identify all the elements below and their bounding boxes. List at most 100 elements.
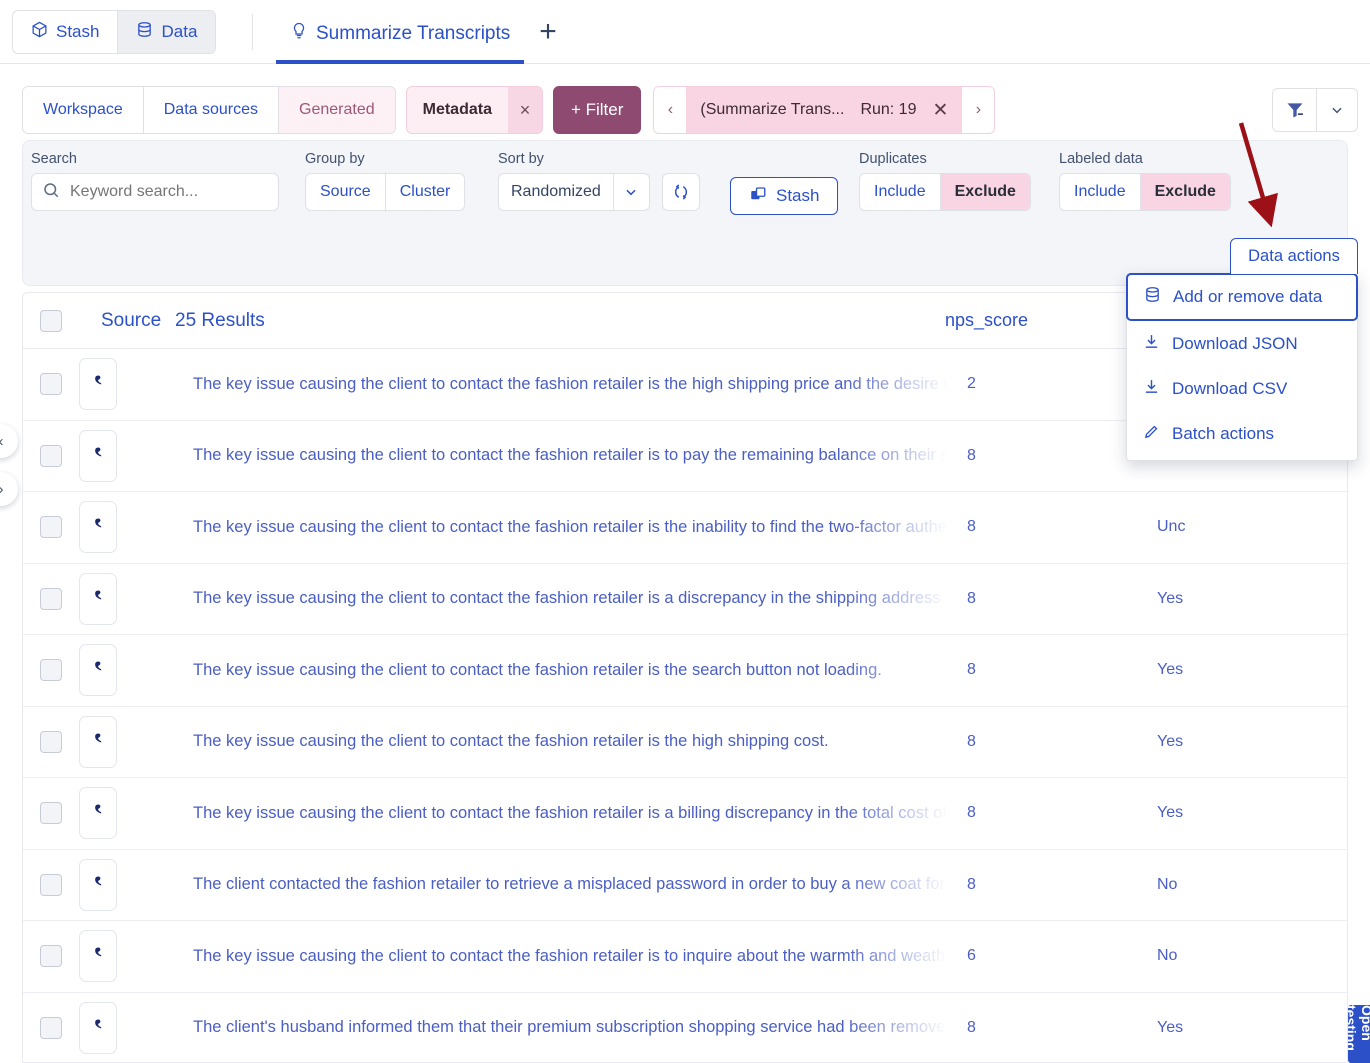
menu-item-download-csv[interactable]: Download CSV (1127, 366, 1357, 411)
run-chip-prev-icon[interactable]: ‹ (654, 87, 686, 133)
table-row[interactable]: ‛ The key issue causing the client to con… (23, 778, 1347, 850)
row-text[interactable]: The key issue causing the client to cont… (193, 518, 948, 537)
column-header-source[interactable]: Source (101, 310, 161, 332)
row-checkbox[interactable] (40, 802, 62, 824)
database-icon (136, 21, 153, 43)
tab-stash-label: Stash (56, 22, 99, 42)
stash-button[interactable]: Stash (730, 177, 838, 215)
row-text[interactable]: The key issue causing the client to cont… (193, 804, 948, 823)
run-chip: ‹ (Summarize Trans... Run: 19 ✕ › (653, 86, 995, 134)
row-text[interactable]: The key issue causing the client to cont… (193, 947, 948, 966)
table-row[interactable]: ‛The client contacted the fashion retail… (23, 850, 1347, 922)
row-checkbox[interactable] (40, 588, 62, 610)
row-nps-score: 8 (967, 447, 976, 465)
row-label-value: No (1157, 947, 1177, 965)
menu-item-label: Download JSON (1172, 334, 1298, 354)
duplicates-segmented: Include Exclude (859, 173, 1031, 211)
tab-summarize-transcripts[interactable]: Summarize Transcripts (276, 8, 524, 64)
tab-data[interactable]: Data (118, 11, 215, 53)
quote-icon: ‛ (79, 787, 117, 839)
row-checkbox[interactable] (40, 516, 62, 538)
row-checkbox-cell (23, 874, 79, 896)
menu-item-add-or-remove-data[interactable]: Add or remove data (1126, 273, 1358, 321)
database-icon (1144, 286, 1161, 308)
row-text[interactable]: The client contacted the fashion retaile… (193, 875, 948, 894)
search-label: Search (31, 151, 279, 167)
chevron-down-icon[interactable] (614, 174, 649, 210)
table-row[interactable]: ‛The key issue causing the client to con… (23, 492, 1347, 564)
row-checkbox[interactable] (40, 373, 62, 395)
run-chip-close-icon[interactable]: ✕ (932, 99, 948, 122)
row-checkbox-cell (23, 445, 79, 467)
sort-by-select[interactable]: Randomized (498, 173, 650, 211)
row-checkbox[interactable] (40, 1017, 62, 1039)
row-label-value: Yes (1157, 733, 1183, 751)
filter-minus-icon[interactable] (1273, 89, 1317, 131)
menu-item-batch-actions[interactable]: Batch actions (1127, 411, 1357, 456)
quote-icon: ‛ (79, 644, 117, 696)
menu-item-label: Batch actions (1172, 424, 1274, 444)
row-label-value: Unc (1157, 518, 1185, 536)
row-text[interactable]: The key issue causing the client to cont… (193, 661, 948, 680)
group-by-option-source[interactable]: Source (306, 174, 386, 210)
panel-expand-right-handle[interactable]: › (0, 472, 18, 506)
run-chip-body[interactable]: (Summarize Trans... Run: 19 ✕ (686, 87, 962, 133)
row-checkbox[interactable] (40, 731, 62, 753)
table-row[interactable]: ‛ The key issue causing the client to con… (23, 635, 1347, 707)
row-checkbox-cell (23, 516, 79, 538)
labeled-data-control: Labeled data Include Exclude (1059, 151, 1231, 211)
chip-generated[interactable]: Generated (279, 87, 395, 133)
table-row[interactable]: ‛The key issue causing the client to con… (23, 564, 1347, 636)
duplicates-option-exclude[interactable]: Exclude (941, 174, 1030, 210)
labeled-data-option-include[interactable]: Include (1060, 174, 1141, 210)
row-text[interactable]: The key issue causing the client to cont… (193, 589, 948, 608)
filter-chip-bar: Workspace Data sources Generated Metadat… (22, 86, 995, 134)
table-row[interactable]: ‛The client's husband informed them that… (23, 993, 1347, 1063)
menu-item-download-json[interactable]: Download JSON (1127, 321, 1357, 366)
duplicates-option-include[interactable]: Include (860, 174, 941, 210)
group-by-option-cluster[interactable]: Cluster (386, 174, 465, 210)
row-checkbox[interactable] (40, 659, 62, 681)
search-input[interactable] (68, 182, 253, 202)
row-checkbox-cell (23, 588, 79, 610)
chevron-down-icon[interactable] (1317, 89, 1357, 131)
column-header-nps-score[interactable]: nps_score (945, 310, 1028, 331)
results-count: 25 Results (175, 310, 265, 332)
search-box[interactable] (31, 173, 279, 211)
quote-icon: ‛ (79, 716, 117, 768)
table-row[interactable]: ‛The key issue causing the client to con… (23, 921, 1347, 993)
stash-button-label: Stash (776, 186, 819, 206)
row-text[interactable]: The key issue causing the client to cont… (193, 446, 948, 465)
row-checkbox-cell (23, 1017, 79, 1039)
add-filter-button[interactable]: + Filter (553, 86, 641, 134)
row-checkbox[interactable] (40, 874, 62, 896)
row-text[interactable]: The key issue causing the client to cont… (193, 375, 948, 394)
row-checkbox[interactable] (40, 445, 62, 467)
labeled-data-option-exclude[interactable]: Exclude (1141, 174, 1230, 210)
add-tab-button[interactable]: + (532, 16, 564, 48)
row-text[interactable]: The key issue causing the client to cont… (193, 732, 948, 751)
chip-metadata-label: Metadata (407, 87, 508, 133)
scope-chip-group: Workspace Data sources Generated (22, 86, 396, 134)
chip-metadata[interactable]: Metadata × (406, 86, 543, 134)
sort-by-label: Sort by (498, 151, 700, 167)
shuffle-icon[interactable] (662, 173, 700, 211)
tab-stash[interactable]: Stash (13, 11, 118, 53)
chip-metadata-close-icon[interactable]: × (508, 87, 542, 133)
row-nps-score: 6 (967, 947, 976, 965)
data-actions-menu: Add or remove data Download JSON Downloa… (1126, 273, 1358, 461)
row-checkbox[interactable] (40, 945, 62, 967)
row-nps-score: 8 (967, 876, 976, 894)
panel-collapse-left-handle[interactable]: ‹ (0, 424, 18, 458)
open-testing-tab[interactable]: Open testing (1348, 1005, 1370, 1063)
table-row[interactable]: ‛ The key issue causing the client to con… (23, 707, 1347, 779)
data-actions-button[interactable]: Data actions (1230, 238, 1358, 274)
stash-icon (749, 185, 767, 208)
select-all-checkbox[interactable] (40, 310, 62, 332)
row-text[interactable]: The client's husband informed them that … (193, 1018, 948, 1037)
chip-workspace[interactable]: Workspace (23, 87, 144, 133)
tab-summarize-transcripts-label: Summarize Transcripts (316, 23, 510, 45)
duplicates-label: Duplicates (859, 151, 1031, 167)
chip-data-sources[interactable]: Data sources (144, 87, 279, 133)
run-chip-next-icon[interactable]: › (962, 87, 994, 133)
